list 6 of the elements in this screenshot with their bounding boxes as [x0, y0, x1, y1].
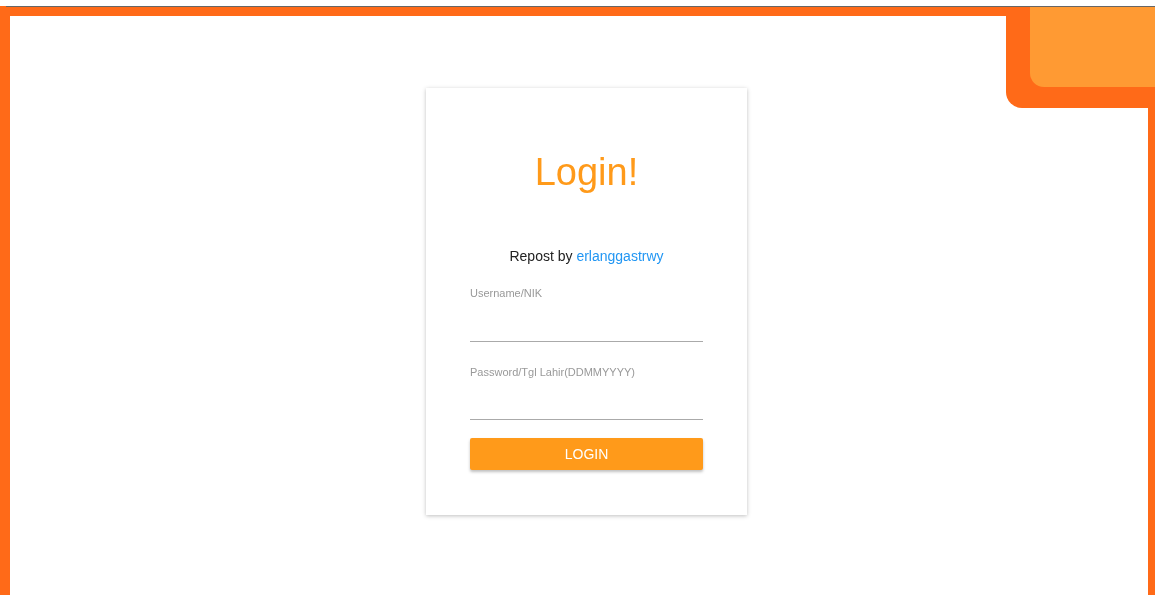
- field-label: Password/Tgl Lahir(DDMMYYYY): [470, 364, 637, 380]
- author-link[interactable]: erlanggastrwy: [576, 248, 664, 264]
- credit-text: Repost by erlanggastrwy: [508, 247, 665, 266]
- field-label: Username/NIK: [470, 286, 544, 301]
- login-button[interactable]: LOGIN: [470, 438, 703, 470]
- login-title: Login!: [533, 150, 640, 195]
